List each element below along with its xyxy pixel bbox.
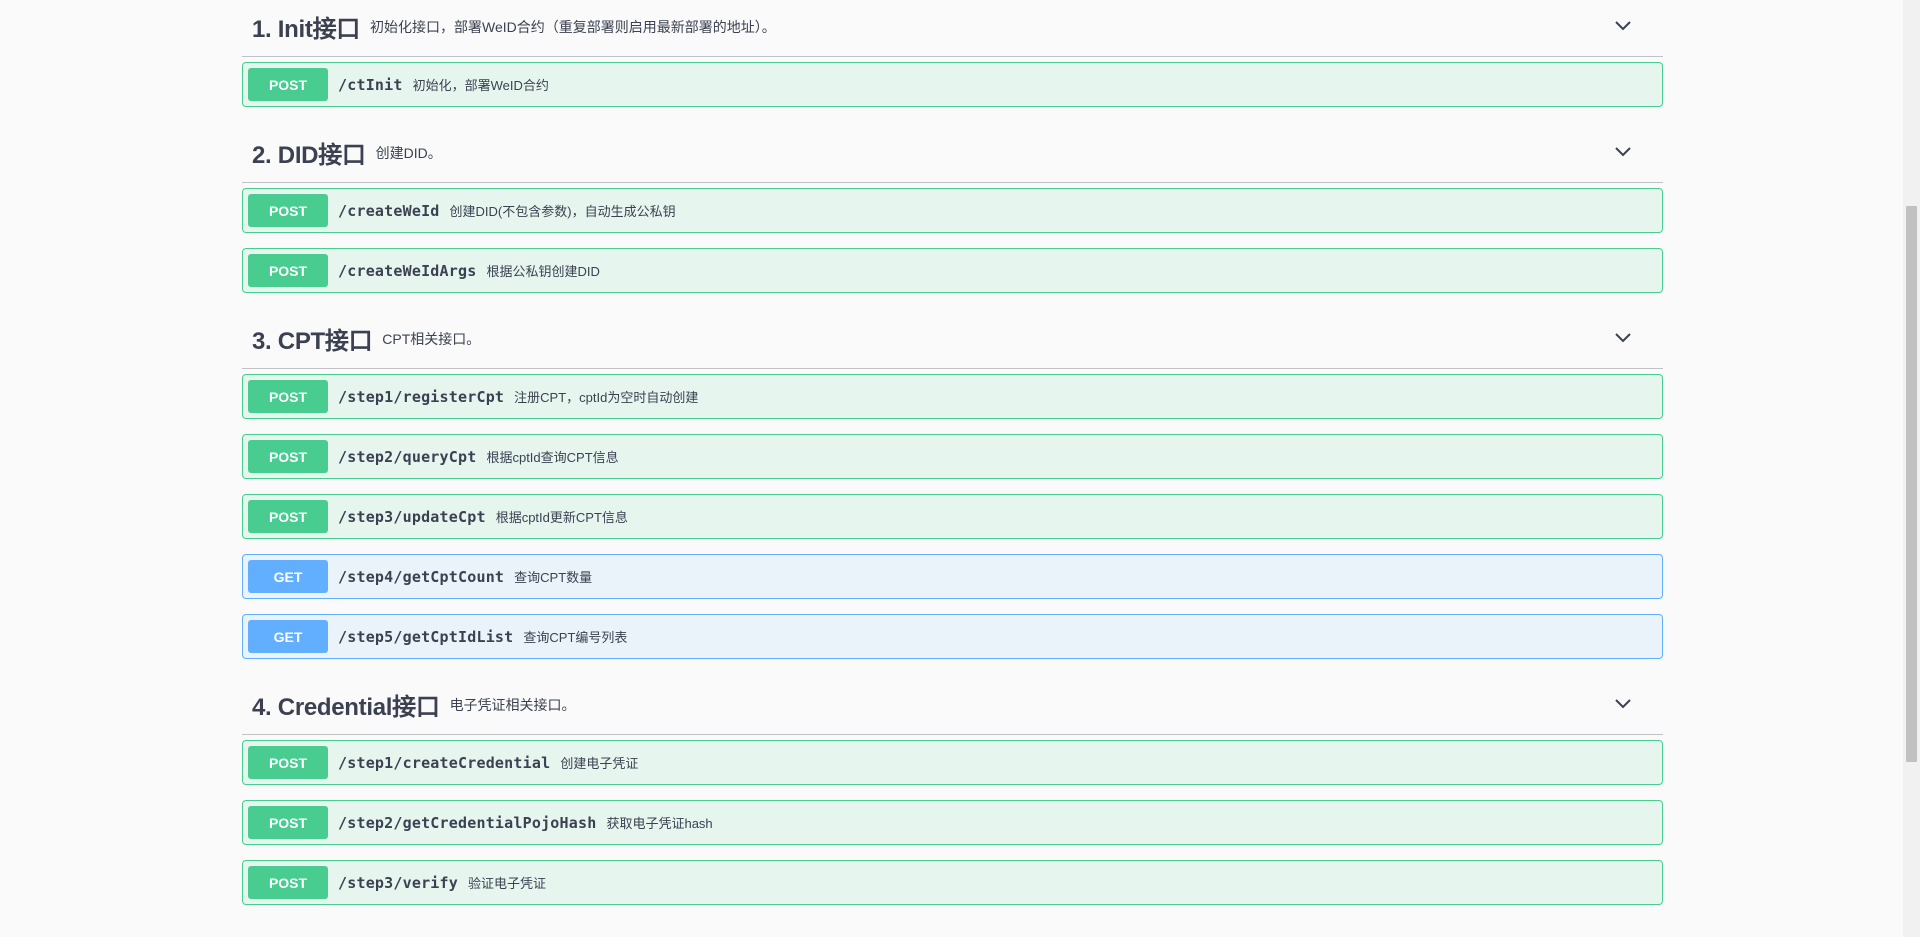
chevron-down-icon[interactable]	[1613, 328, 1633, 348]
tag-header-init[interactable]: 1. Init接口 初始化接口，部署WeID合约（重复部署则启用最新部署的地址）…	[242, 0, 1663, 57]
operation-path: /step3/updateCpt	[338, 507, 486, 526]
scrollbar-thumb[interactable]	[1906, 206, 1917, 762]
operation-path: /step5/getCptIdList	[338, 627, 514, 646]
operation-summary: 根据cptId查询CPT信息	[486, 450, 619, 465]
operation-path: /createWeId	[338, 201, 440, 220]
operation-summary: 验证电子凭证	[468, 876, 547, 891]
operation-summary: 获取电子凭证hash	[606, 816, 713, 831]
operation-summary: 注册CPT，cptId为空时自动创建	[514, 390, 699, 405]
operation-summary: 查询CPT数量	[514, 570, 593, 585]
swagger-page: 1. Init接口 初始化接口，部署WeID合约（重复部署则启用最新部署的地址）…	[0, 0, 1920, 937]
operation-path: /step4/getCptCount	[338, 567, 505, 586]
tag-header-cpt[interactable]: 3. CPT接口 CPT相关接口。	[242, 308, 1663, 369]
operation-summary: 查询CPT编号列表	[523, 630, 628, 645]
tag-name: 3. CPT接口	[252, 327, 373, 355]
method-badge: POST	[248, 500, 328, 533]
tag-name: 1. Init接口	[252, 15, 360, 43]
tag-name: 4. Credential接口	[252, 693, 440, 721]
api-sections: 1. Init接口 初始化接口，部署WeID合约（重复部署则启用最新部署的地址）…	[242, 0, 1663, 920]
method-badge: POST	[248, 194, 328, 227]
operation-summary: 根据公私钥创建DID	[486, 264, 600, 279]
method-badge: POST	[248, 380, 328, 413]
operation-path: /ctInit	[338, 75, 403, 94]
operation-summary: 创建电子凭证	[560, 756, 639, 771]
tag-description: 创建DID。	[375, 145, 442, 161]
operation-post-updatecpt[interactable]: POST /step3/updateCpt 根据cptId更新CPT信息	[242, 494, 1663, 539]
operation-path: /step1/registerCpt	[338, 387, 505, 406]
tag-section-cpt: 3. CPT接口 CPT相关接口。 POST /step1/registerCp…	[242, 308, 1663, 659]
operation-summary: 根据cptId更新CPT信息	[495, 510, 628, 525]
operation-post-getcredentialpojohash[interactable]: POST /step2/getCredentialPojoHash 获取电子凭证…	[242, 800, 1663, 845]
chevron-down-icon[interactable]	[1613, 142, 1633, 162]
method-badge: POST	[248, 746, 328, 779]
operation-post-createcredential[interactable]: POST /step1/createCredential 创建电子凭证	[242, 740, 1663, 785]
operation-post-verify[interactable]: POST /step3/verify 验证电子凭证	[242, 860, 1663, 905]
operation-path: /step1/createCredential	[338, 753, 551, 772]
operation-post-ctinit[interactable]: POST /ctInit 初始化，部署WeID合约	[242, 62, 1663, 107]
operation-summary: 创建DID(不包含参数)，自动生成公私钥	[449, 204, 676, 219]
method-badge: POST	[248, 866, 328, 899]
tag-header-did[interactable]: 2. DID接口 创建DID。	[242, 122, 1663, 183]
tag-name: 2. DID接口	[252, 141, 366, 169]
operation-path: /step3/verify	[338, 873, 458, 892]
tag-header-credential[interactable]: 4. Credential接口 电子凭证相关接口。	[242, 674, 1663, 735]
operation-summary: 初始化，部署WeID合约	[412, 78, 549, 93]
chevron-down-icon[interactable]	[1613, 16, 1633, 36]
vertical-scrollbar[interactable]	[1903, 0, 1920, 937]
tag-section-did: 2. DID接口 创建DID。 POST /createWeId 创建DID(不…	[242, 122, 1663, 293]
operation-get-getcptidlist[interactable]: GET /step5/getCptIdList 查询CPT编号列表	[242, 614, 1663, 659]
method-badge: POST	[248, 806, 328, 839]
tag-section-init: 1. Init接口 初始化接口，部署WeID合约（重复部署则启用最新部署的地址）…	[242, 0, 1663, 107]
method-badge: POST	[248, 440, 328, 473]
operation-path: /step2/queryCpt	[338, 447, 477, 466]
operation-post-createweidargs[interactable]: POST /createWeIdArgs 根据公私钥创建DID	[242, 248, 1663, 293]
tag-description: CPT相关接口。	[382, 331, 481, 347]
tag-section-credential: 4. Credential接口 电子凭证相关接口。 POST /step1/cr…	[242, 674, 1663, 905]
operation-post-createweid[interactable]: POST /createWeId 创建DID(不包含参数)，自动生成公私钥	[242, 188, 1663, 233]
operation-path: /step2/getCredentialPojoHash	[338, 813, 597, 832]
method-badge: POST	[248, 68, 328, 101]
operation-post-querycpt[interactable]: POST /step2/queryCpt 根据cptId查询CPT信息	[242, 434, 1663, 479]
tag-description: 初始化接口，部署WeID合约（重复部署则启用最新部署的地址）。	[369, 19, 776, 35]
chevron-down-icon[interactable]	[1613, 694, 1633, 714]
operation-path: /createWeIdArgs	[338, 261, 477, 280]
operation-post-registercpt[interactable]: POST /step1/registerCpt 注册CPT，cptId为空时自动…	[242, 374, 1663, 419]
method-badge: GET	[248, 560, 328, 593]
method-badge: GET	[248, 620, 328, 653]
tag-description: 电子凭证相关接口。	[449, 697, 576, 713]
operation-get-getcptcount[interactable]: GET /step4/getCptCount 查询CPT数量	[242, 554, 1663, 599]
method-badge: POST	[248, 254, 328, 287]
